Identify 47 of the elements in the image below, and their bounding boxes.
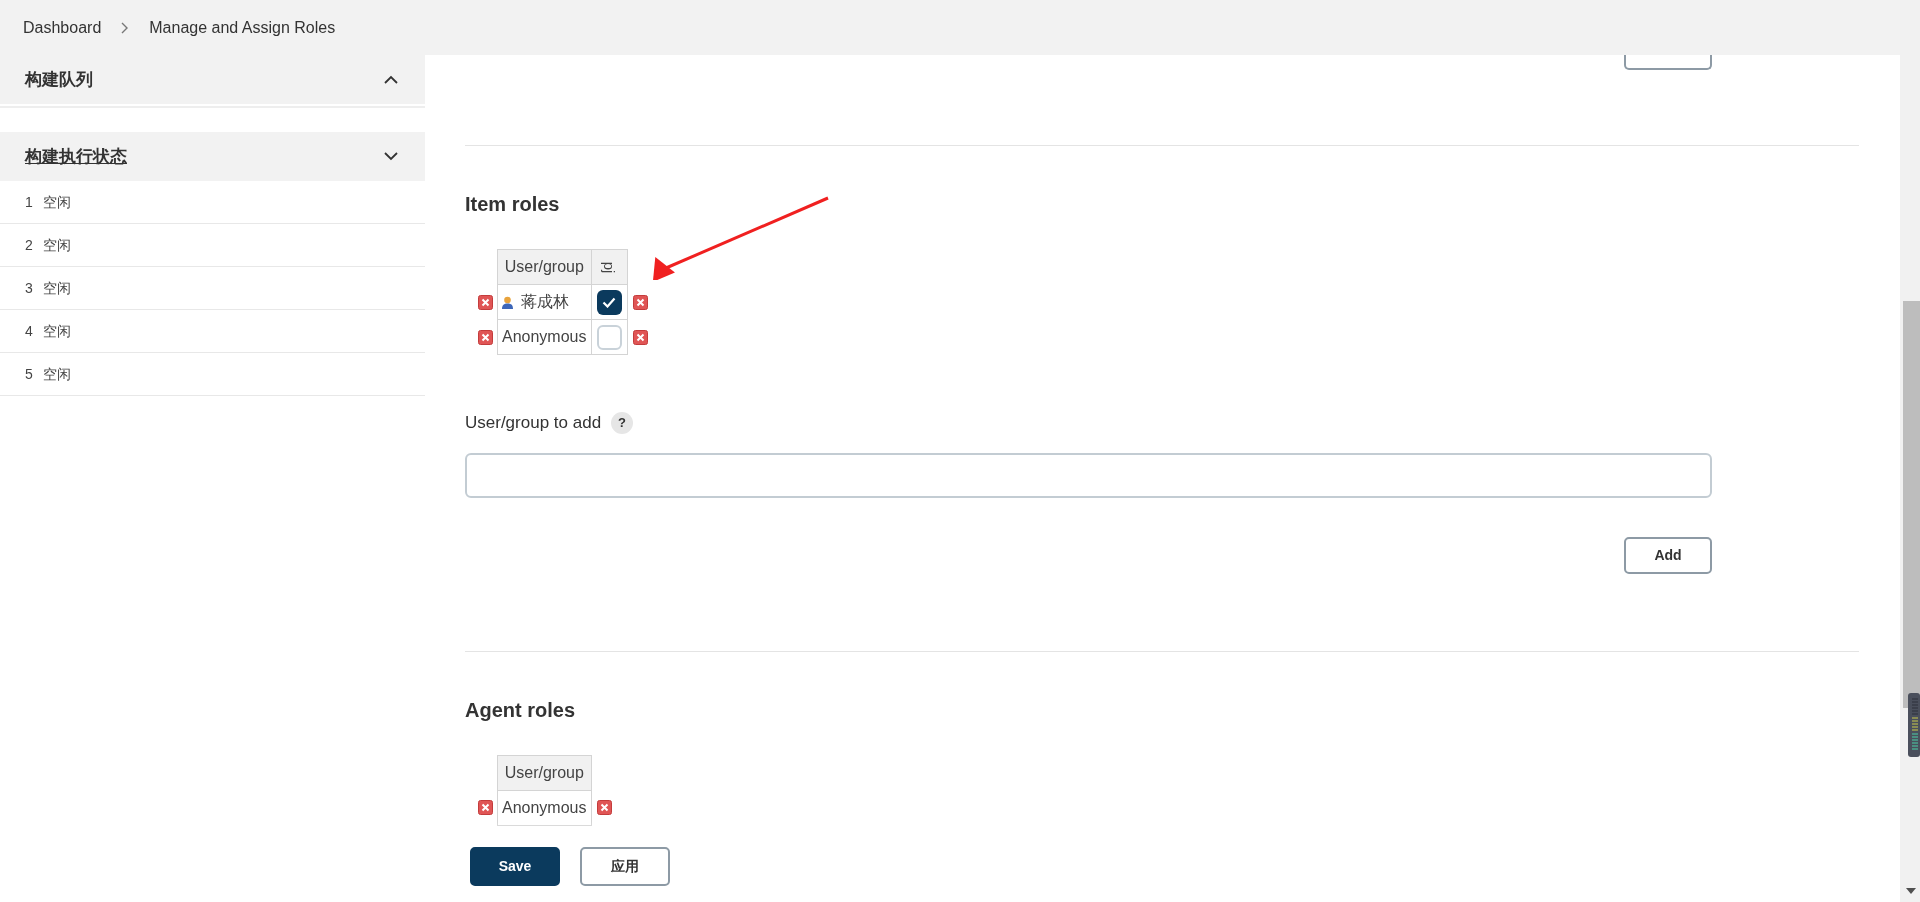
checkbox[interactable] [596,324,622,350]
executor-status: 空闲 [42,235,71,255]
delete-icon[interactable] [478,329,493,345]
user-icon [502,295,513,309]
user-cell: Anonymous [497,790,591,825]
executor-number: 2 [25,235,33,255]
executor-number: 5 [25,364,33,384]
executor-number: 4 [25,321,33,341]
chevron-up-icon[interactable] [384,75,398,84]
user-name: 蒋成林 [521,292,569,312]
scroll-down-icon[interactable] [1906,888,1916,894]
add-button[interactable] [1624,55,1712,70]
delete-icon[interactable] [596,800,612,815]
panel-header[interactable]: 构建执行状态 [0,132,425,181]
executor-status: 空闲 [42,192,71,212]
add-button[interactable]: Add [1624,536,1712,574]
column-header: User/group [497,755,591,790]
delete-icon[interactable] [632,329,648,345]
column-header: pj [601,260,617,275]
help-button[interactable]: ? [611,411,634,434]
input-field[interactable] [465,452,1712,498]
save-button[interactable]: Save [470,847,560,886]
executor-status: 空闲 [42,278,71,298]
breadcrumb-link[interactable]: Manage and Assign Roles [149,15,336,40]
section-heading: Item roles [465,192,561,217]
column-header: User/group [497,249,591,285]
check-icon [602,296,616,308]
executor-status: 空闲 [42,364,71,384]
executor-number: 1 [25,192,33,212]
delete-icon[interactable] [478,800,493,815]
level-meter-drawing [1908,693,1920,757]
delete-icon[interactable] [632,294,648,310]
user-cell: Anonymous [497,319,591,355]
panel-header[interactable]: 构建队列 [0,55,425,104]
field-label: User/group to add [465,412,602,434]
panel-title: 构建队列 [25,68,93,91]
scrollbar-thumb[interactable] [1903,301,1920,708]
section-heading: Agent roles [465,697,577,723]
executor-number: 3 [25,278,33,298]
checkbox[interactable] [596,289,622,315]
chevron-right-icon [121,21,130,34]
breadcrumb-link[interactable]: Dashboard [23,15,102,40]
apply-button[interactable]: 应用 [580,847,670,886]
delete-icon[interactable] [478,294,493,310]
panel-title: 构建执行状态 [25,145,127,168]
chevron-down-icon[interactable] [384,152,398,161]
executor-status: 空闲 [42,321,71,341]
